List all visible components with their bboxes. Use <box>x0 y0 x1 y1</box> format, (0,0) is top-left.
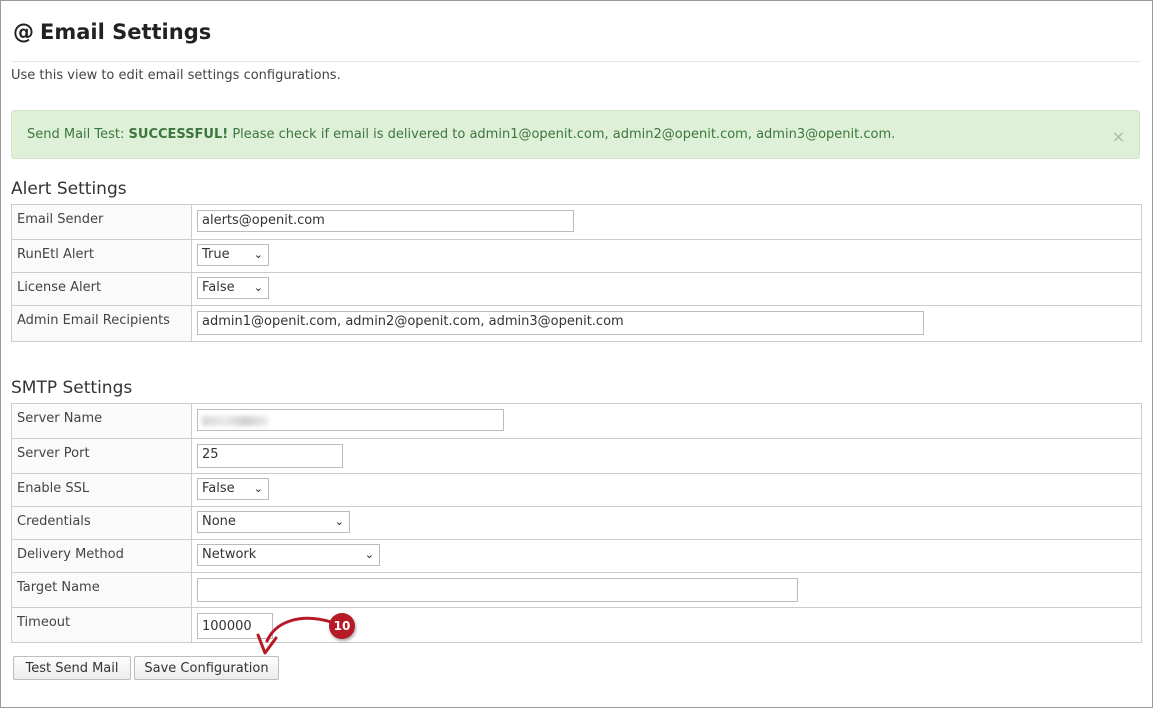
email-settings-panel: @ Email Settings Use this view to edit em… <box>0 0 1153 708</box>
callout-arrow-icon <box>256 616 333 655</box>
step-callout-badge: 10 <box>329 613 355 639</box>
